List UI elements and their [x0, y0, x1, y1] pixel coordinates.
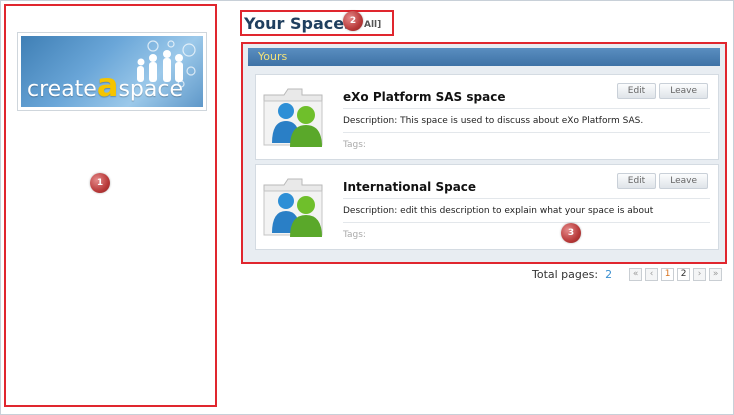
space-tags: Tags:	[343, 230, 366, 240]
logo-text: createaspace	[27, 66, 183, 104]
annotation-marker-1: 1	[90, 173, 110, 193]
annotation-marker-3: 3	[561, 223, 581, 243]
divider	[343, 198, 710, 199]
left-panel: createaspace 1	[4, 4, 217, 407]
space-folder-icon	[263, 88, 323, 147]
space-card: eXo Platform SAS space Edit Leave Descri…	[255, 74, 719, 160]
divider	[343, 108, 710, 109]
space-tags: Tags:	[343, 140, 366, 150]
yours-section-header: Yours	[248, 48, 720, 66]
leave-button[interactable]: Leave	[659, 83, 708, 99]
spaces-panel: Yours eXo Platform SAS space Edit Leave …	[241, 42, 727, 264]
divider	[343, 222, 710, 223]
space-actions: Edit Leave	[616, 173, 708, 189]
edit-button[interactable]: Edit	[616, 173, 657, 189]
annotation-marker-2: 2	[343, 11, 363, 31]
next-page-icon[interactable]: ›	[693, 267, 707, 281]
divider	[343, 132, 710, 133]
leave-button[interactable]: Leave	[659, 173, 708, 189]
page-2-button[interactable]: 2	[677, 267, 691, 281]
last-page-icon[interactable]: »	[709, 267, 723, 281]
total-pages-label: Total pages:	[532, 267, 599, 281]
first-page-icon[interactable]: «	[629, 267, 643, 281]
logo-graphic: createaspace	[21, 36, 203, 107]
prev-page-icon[interactable]: ‹	[645, 267, 659, 281]
space-description: Description: This space is used to discu…	[343, 116, 644, 126]
space-card: International Space Edit Leave Descripti…	[255, 164, 719, 250]
pagination: Total pages: 2 « ‹ 1 2 › »	[532, 267, 723, 281]
space-actions: Edit Leave	[616, 83, 708, 99]
space-name[interactable]: eXo Platform SAS space	[343, 90, 505, 104]
create-a-space-logo[interactable]: createaspace	[17, 32, 207, 111]
space-description: Description: edit this description to ex…	[343, 206, 654, 216]
total-pages-count: 2	[605, 267, 613, 281]
all-spaces-link[interactable]: All]	[364, 20, 381, 30]
space-folder-icon	[263, 178, 323, 237]
edit-button[interactable]: Edit	[616, 83, 657, 99]
page-title: Your Spaces	[244, 14, 354, 33]
page-1-button[interactable]: 1	[661, 267, 675, 281]
space-name[interactable]: International Space	[343, 180, 476, 194]
